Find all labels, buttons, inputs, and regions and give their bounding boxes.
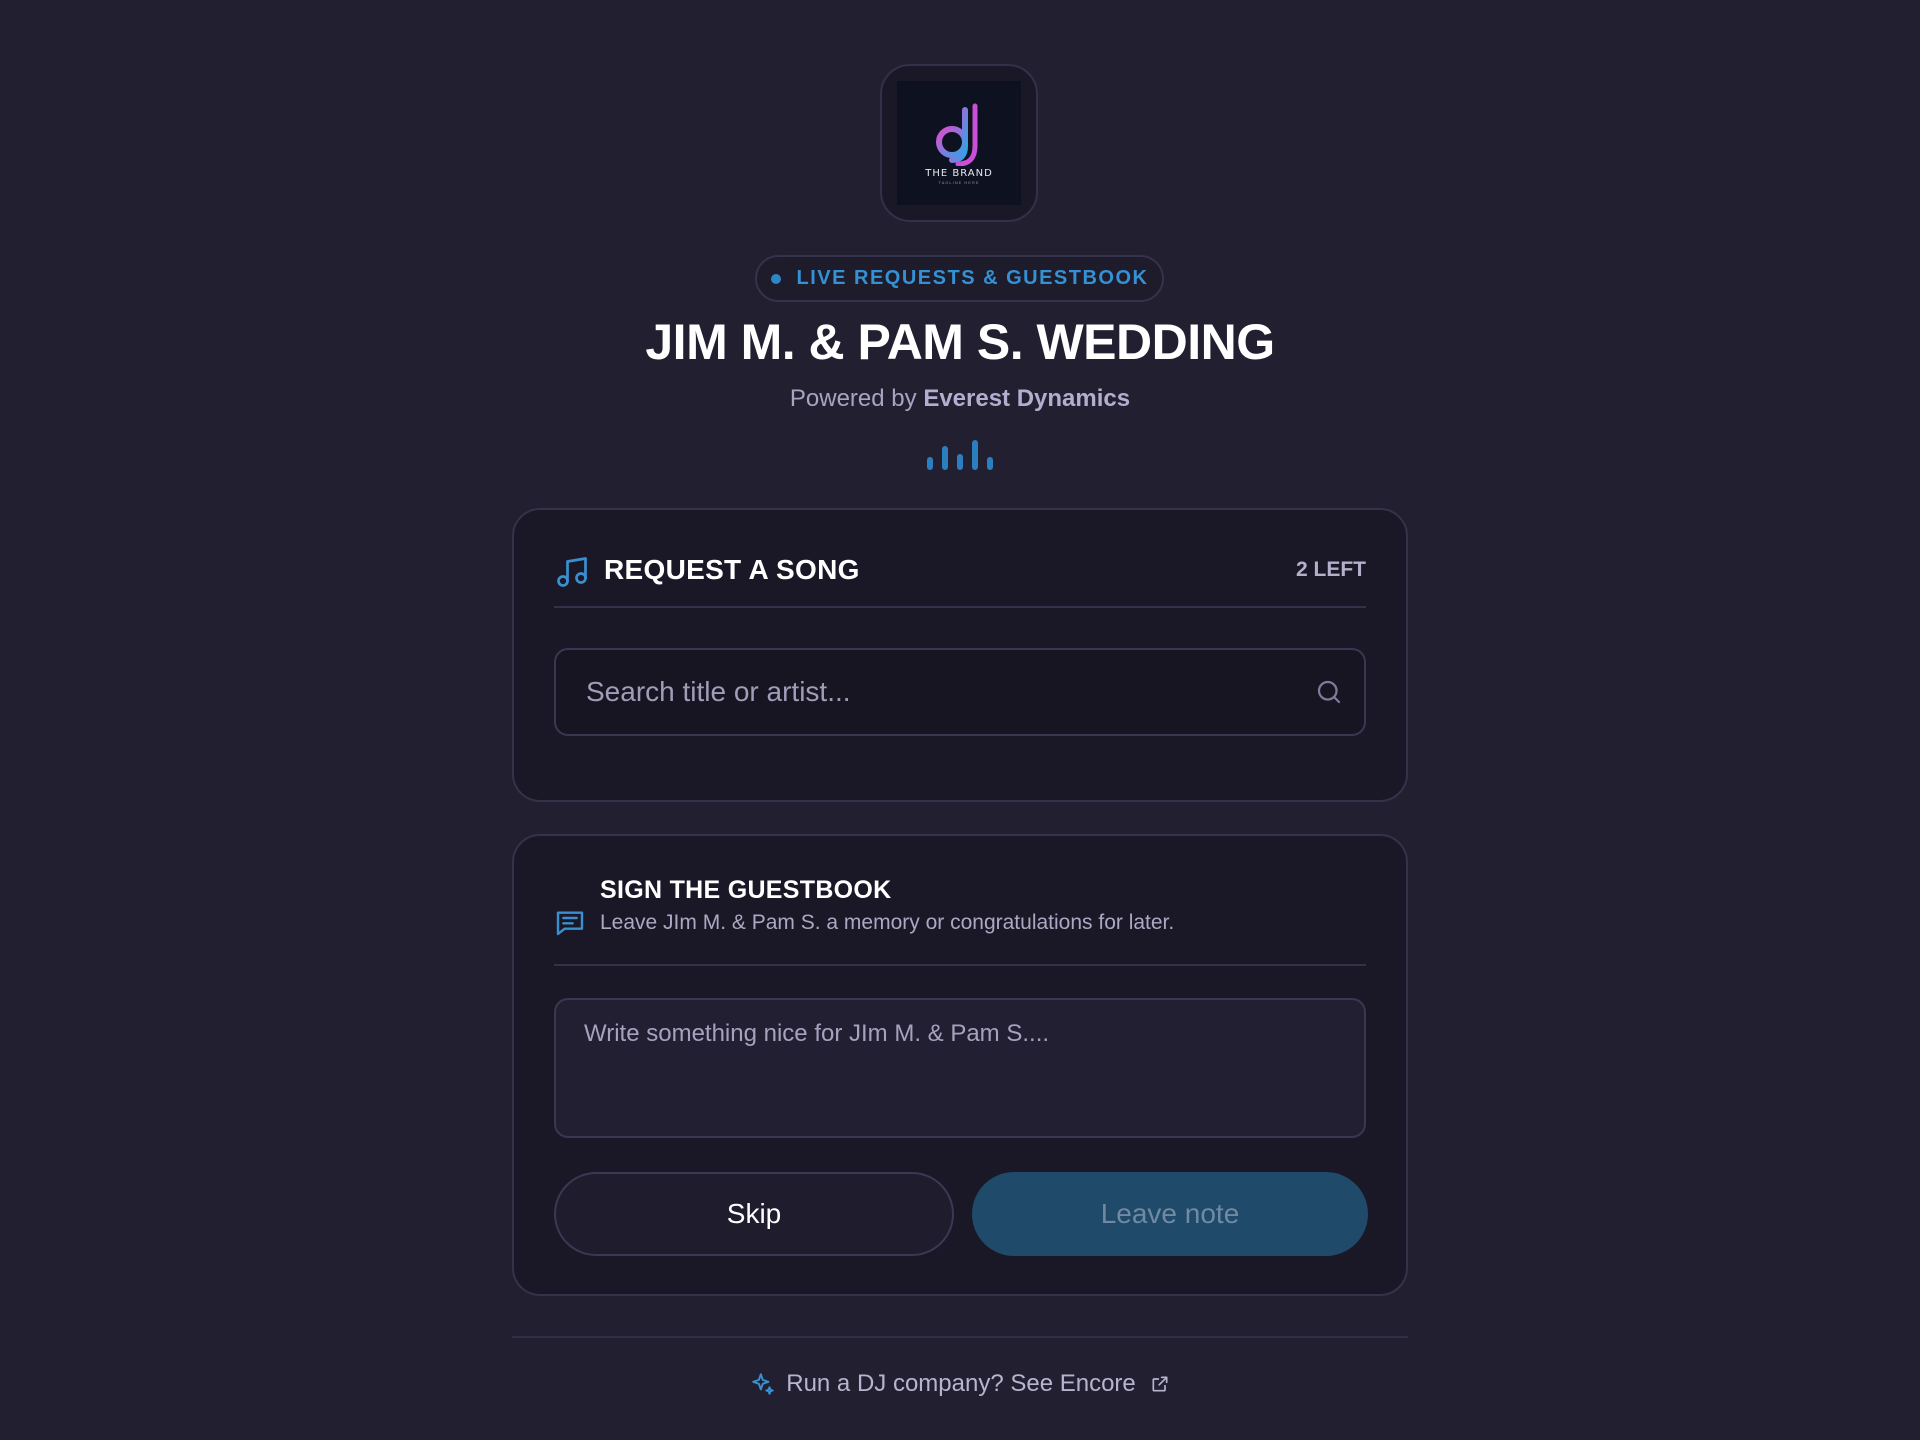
- requests-remaining-badge: 2 LEFT: [1295, 558, 1366, 581]
- guestbook-subtitle: Leave JIm M. & Pam S. a memory or congra…: [600, 911, 1175, 934]
- logo-brand-text: THE BRAND: [925, 167, 993, 179]
- footer-divider: [512, 1336, 1408, 1338]
- page: THE BRAND TAGLINE HERE LIVE REQUESTS & G…: [0, 0, 1920, 1440]
- guestbook-card: SIGN THE GUESTBOOK Leave JIm M. & Pam S.…: [512, 834, 1408, 1296]
- song-request-title: REQUEST A SONG: [604, 554, 860, 585]
- song-search-input[interactable]: [584, 675, 1314, 709]
- encore-footer-link[interactable]: Run a DJ company? See Encore: [0, 1370, 1920, 1398]
- song-search-box[interactable]: [554, 648, 1366, 736]
- event-title: JIM M. & PAM S. WEDDING: [645, 314, 1275, 370]
- live-dot-icon: [770, 273, 781, 284]
- song-request-header: REQUEST A SONG 2 LEFT: [554, 550, 1366, 608]
- skip-button[interactable]: Skip: [554, 1172, 954, 1256]
- live-status-pill: LIVE REQUESTS & GUESTBOOK: [755, 255, 1164, 302]
- leave-note-button[interactable]: Leave note: [972, 1172, 1368, 1256]
- external-link-icon[interactable]: [1150, 1374, 1170, 1394]
- encore-link-text[interactable]: Run a DJ company? See Encore: [786, 1370, 1136, 1398]
- guestbook-note-input[interactable]: [554, 998, 1366, 1138]
- guestbook-title: SIGN THE GUESTBOOK: [600, 876, 892, 904]
- brand-logo: THE BRAND TAGLINE HERE: [880, 64, 1038, 222]
- equalizer-bar: [972, 440, 978, 470]
- powered-company: Everest Dynamics: [923, 385, 1131, 412]
- logo-inner: THE BRAND TAGLINE HERE: [897, 81, 1021, 205]
- live-pill-label: LIVE REQUESTS & GUESTBOOK: [796, 267, 1149, 289]
- equalizer-bar: [957, 454, 963, 470]
- dj-logo-mark-icon: [936, 103, 978, 166]
- powered-by: Powered by Everest Dynamics: [0, 385, 1920, 413]
- equalizer-bar: [942, 446, 948, 470]
- powered-prefix: Powered by: [789, 385, 917, 412]
- chat-bubble-icon: [556, 911, 584, 936]
- sparkle-icon: [752, 1373, 774, 1395]
- guestbook-header: SIGN THE GUESTBOOK Leave JIm M. & Pam S.…: [554, 876, 1366, 966]
- search-icon[interactable]: [1314, 677, 1344, 707]
- equalizer-bar: [987, 457, 993, 470]
- equalizer-bar: [927, 457, 933, 470]
- equalizer-icon: [927, 438, 993, 470]
- song-request-card: REQUEST A SONG 2 LEFT: [512, 508, 1408, 802]
- guestbook-text: SIGN THE GUESTBOOK Leave JIm M. & Pam S.…: [600, 876, 1174, 935]
- music-note-icon: [557, 557, 587, 587]
- logo-tagline: TAGLINE HERE: [938, 179, 980, 185]
